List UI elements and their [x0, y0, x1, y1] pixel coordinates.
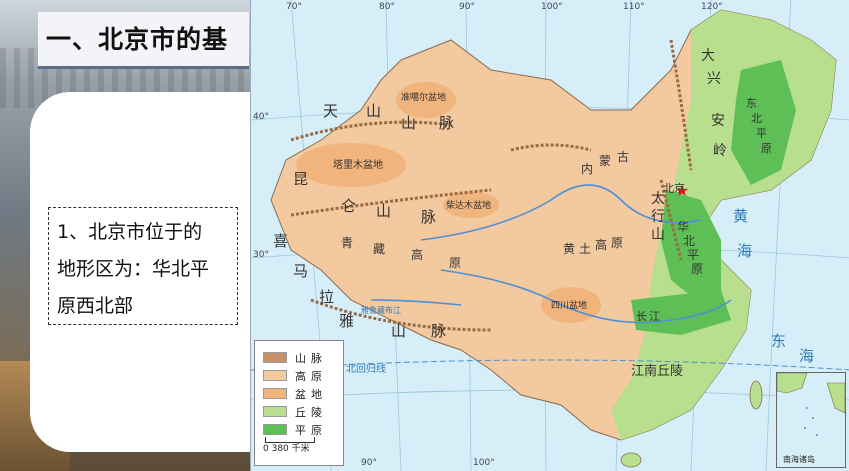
label-kunlun-3: 山	[376, 202, 392, 220]
label-dongbei-1: 东	[746, 97, 757, 110]
label-tianshan-2: 山	[366, 102, 382, 120]
key-point-line-1: 1、北京市位于的	[57, 221, 203, 243]
label-daxing-4: 岭	[713, 143, 727, 159]
label-kunlun-1: 昆	[293, 170, 309, 188]
label-yangtze-2: 江	[649, 310, 660, 323]
label-himalaya-3: 拉	[319, 288, 335, 306]
legend-swatch-hill	[263, 406, 287, 417]
slide-title: 一、北京市的基	[46, 25, 229, 54]
label-kunlun-2: 仑	[341, 197, 357, 215]
label-tarim-basin: 塔里木盆地	[333, 160, 383, 171]
legend-swatch-plateau	[263, 370, 287, 381]
label-yangtze-1: 长	[636, 310, 647, 323]
legend-swatch-mountain	[263, 352, 287, 363]
label-east-sea-1: 东	[771, 332, 787, 350]
lon-label-80: 80°	[379, 2, 395, 12]
lon-label-70: 70°	[286, 2, 302, 12]
label-dongbei-4: 原	[761, 142, 772, 155]
label-qaidam-basin: 柴达木盆地	[446, 201, 492, 211]
legend-label-basin: 盆地	[295, 388, 327, 401]
label-neimeng-2: 蒙	[599, 154, 612, 168]
taiwan-island	[749, 380, 763, 410]
label-neimeng-1: 内	[581, 162, 594, 176]
lon-label-100: 100°	[541, 2, 563, 12]
legend-swatch-plain	[263, 424, 287, 435]
label-tropic: 北回归线	[346, 364, 386, 375]
label-himalaya-2: 马	[293, 262, 309, 280]
label-dongbei-3: 平	[756, 127, 767, 140]
label-jiangnan-hills: 江南丘陵	[631, 364, 684, 379]
label-tianshan-4: 脉	[439, 114, 455, 132]
hainan-island	[620, 452, 642, 468]
lon-label-110: 110°	[623, 2, 645, 12]
label-taihang-3: 山	[651, 227, 665, 243]
key-point-box[interactable]: 1、北京市位于的 地形区为：华北平 原西北部	[48, 207, 238, 325]
title-bar: 一、北京市的基	[38, 12, 249, 69]
label-dongbei-2: 北	[751, 112, 762, 125]
lat-label-30: 30°	[253, 250, 269, 260]
lat-label-40: 40°	[253, 112, 269, 122]
label-himalaya-5: 山	[391, 322, 407, 340]
legend-label-hill: 丘陵	[295, 406, 327, 419]
label-himalaya-6: 脉	[431, 322, 447, 340]
legend-label-mountain: 山脉	[295, 352, 327, 365]
south-china-sea-inset: 南海诸岛	[776, 372, 846, 468]
label-yellow-sea-1: 黄	[733, 207, 749, 225]
label-qingzang-4: 原	[449, 256, 462, 270]
label-tianshan-3: 山	[401, 114, 417, 132]
lon-bottom-100: 100°	[473, 458, 495, 468]
label-loess-2: 土	[579, 242, 592, 256]
label-beijing: 北京	[663, 182, 685, 195]
label-tianshan-1: 天	[323, 102, 339, 120]
label-qingzang-3: 高	[411, 248, 424, 262]
scale-label: 0 380 千米	[263, 444, 310, 454]
label-huabei-4: 原	[691, 262, 704, 276]
map-legend: 山脉 高原 盆地 丘陵 平原 0 380 千米	[254, 340, 344, 466]
label-himalaya-4: 雅	[339, 312, 355, 330]
legend-swatch-basin	[263, 388, 287, 399]
legend-label-plain: 平原	[295, 424, 327, 437]
label-loess-1: 黄	[563, 242, 576, 256]
label-qingzang-1: 青	[341, 236, 354, 250]
key-point-line-2: 地形区为：华北平	[57, 258, 210, 280]
label-yellow-sea-2: 海	[737, 242, 753, 260]
lon-label-120: 120°	[701, 2, 723, 12]
label-daxing-2: 兴	[707, 71, 721, 87]
label-daxing-3: 安	[711, 113, 725, 129]
label-yarlung: 雅鲁藏布江	[361, 306, 401, 315]
lon-bottom-90: 90°	[361, 458, 377, 468]
label-junggar-basin: 准噶尔盆地	[401, 93, 447, 103]
label-loess-3: 高	[595, 238, 608, 252]
label-east-sea-2: 海	[799, 347, 815, 365]
label-neimeng-3: 古	[617, 150, 630, 164]
label-himalaya-1: 喜	[273, 232, 289, 250]
key-point-line-3: 原西北部	[57, 295, 134, 317]
label-daxing-1: 大	[701, 48, 715, 64]
legend-label-plateau: 高原	[295, 370, 327, 383]
lon-label-90: 90°	[459, 2, 475, 12]
label-qingzang-2: 藏	[373, 242, 386, 256]
label-loess-4: 原	[611, 236, 624, 250]
inset-drawing	[776, 372, 846, 436]
inset-caption: 南海诸岛	[783, 455, 815, 464]
label-sichuan-basin: 四川盆地	[551, 301, 588, 311]
label-kunlun-4: 脉	[421, 208, 437, 226]
label-taihang-2: 行	[651, 209, 665, 225]
